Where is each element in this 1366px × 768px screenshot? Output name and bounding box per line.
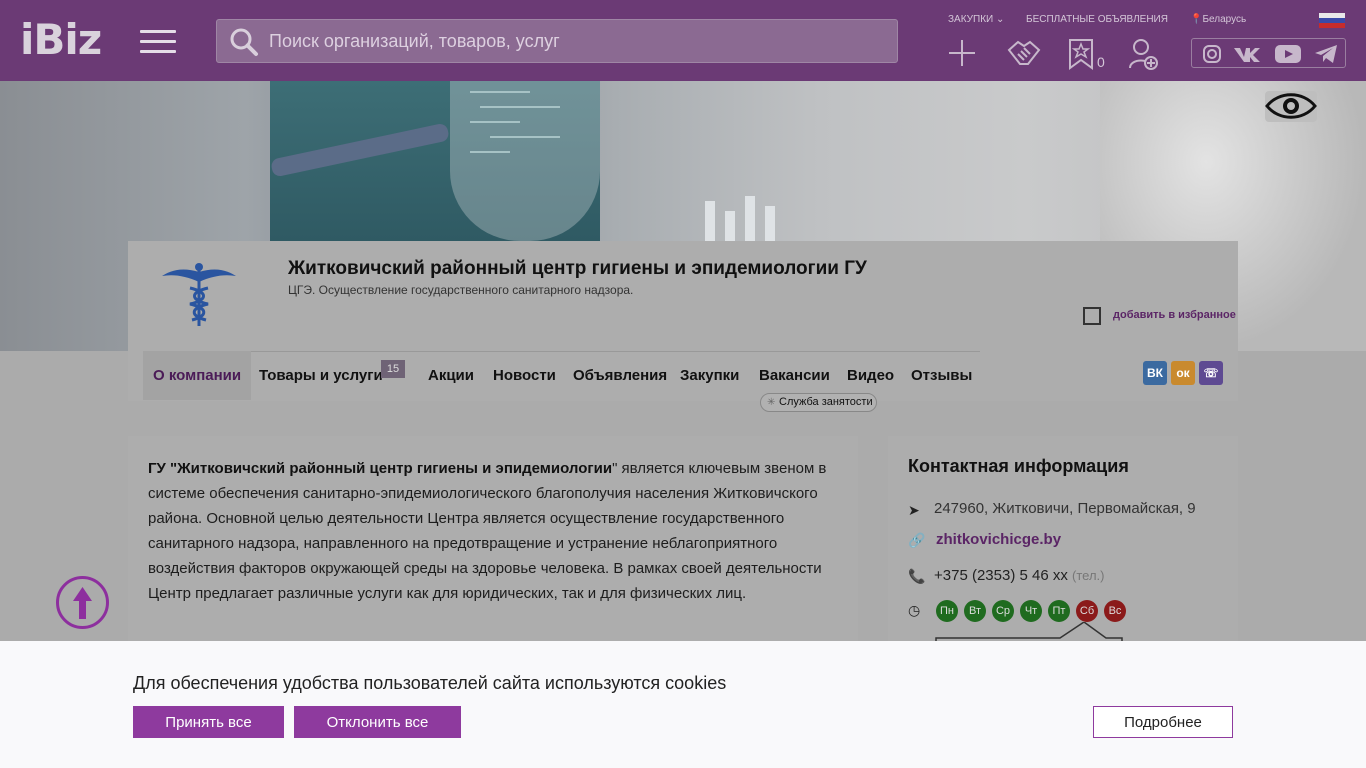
chevron-down-icon: ⌄: [995, 14, 1005, 25]
cookie-banner: Для обеспечения удобства пользователей с…: [0, 641, 1366, 768]
zakupki-label: ЗАКУПКИ: [948, 14, 994, 25]
site-header: iBiz ЗАКУПКИ ⌄ БЕСПЛАТНЫЕ ОБЪЯВЛЕНИЯ 📍Бе…: [0, 0, 1366, 81]
tab-purchases[interactable]: Закупки: [680, 351, 739, 400]
phone-number: +375 (2353) 5 46 xx: [934, 567, 1068, 584]
user-add-icon[interactable]: [1128, 38, 1158, 70]
search-box[interactable]: [216, 19, 898, 63]
day-badge[interactable]: Пт: [1048, 600, 1070, 622]
location-arrow-icon: ➤: [908, 502, 920, 518]
day-badge[interactable]: Вс: [1104, 600, 1126, 622]
share-viber-icon[interactable]: ☏: [1199, 361, 1223, 385]
phone-icon: 📞: [908, 568, 926, 584]
search-icon: [230, 28, 258, 56]
zakupki-link[interactable]: ЗАКУПКИ ⌄: [948, 14, 1004, 25]
caduceus-logo-icon: [162, 263, 236, 326]
country-label: Беларусь: [1202, 14, 1247, 25]
day-badge[interactable]: Вт: [964, 600, 986, 622]
telegram-icon[interactable]: [1314, 44, 1338, 64]
link-icon: 🔗: [908, 532, 926, 548]
company-subtitle: ЦГЭ. Осуществление государственного сани…: [288, 283, 634, 297]
menu-icon[interactable]: [140, 30, 176, 54]
about-description: " является ключевым звеном в системе обе…: [148, 460, 827, 602]
add-icon[interactable]: [947, 38, 977, 68]
favorites-count: 0: [1097, 54, 1105, 70]
more-info-button[interactable]: Подробнее: [1093, 706, 1233, 738]
about-company-name: ГУ "Житковичский районный центр гигиены …: [148, 460, 613, 477]
youtube-icon[interactable]: [1274, 44, 1302, 64]
phone-type: (тел.): [1072, 568, 1105, 583]
decline-all-button[interactable]: Отклонить все: [294, 706, 461, 738]
handshake-icon[interactable]: [1006, 38, 1042, 68]
day-badge[interactable]: Чт: [1020, 600, 1042, 622]
social-links: [1191, 38, 1346, 68]
banner-flask: [450, 81, 600, 241]
country-selector[interactable]: 📍Беларусь: [1190, 14, 1246, 25]
share-ok-icon[interactable]: ок: [1171, 361, 1195, 385]
employment-service-label: Служба занятости: [779, 396, 873, 408]
tab-about[interactable]: О компании: [143, 351, 252, 400]
contact-address: 247960, Житковичи, Первомайская, 9: [934, 500, 1196, 517]
contact-phone[interactable]: +375 (2353) 5 46 xx (тел.): [934, 567, 1104, 584]
cookie-text: Для обеспечения удобства пользователей с…: [133, 673, 727, 693]
favorites-icon[interactable]: [1068, 38, 1094, 70]
add-favorite-label[interactable]: добавить в избранное: [1113, 309, 1236, 321]
scroll-up-button[interactable]: [56, 576, 109, 629]
clock-icon: ◷: [908, 602, 921, 618]
accessibility-eye-icon[interactable]: [1265, 91, 1317, 122]
about-section: ГУ "Житковичский районный центр гигиены …: [128, 436, 858, 646]
day-badge[interactable]: Пн: [936, 600, 958, 622]
tab-products[interactable]: Товары и услуги: [259, 351, 383, 400]
about-text: ГУ "Житковичский районный центр гигиены …: [148, 456, 838, 606]
tab-reviews[interactable]: Отзывы: [911, 351, 972, 400]
contact-title: Контактная информация: [908, 456, 1129, 476]
contact-website[interactable]: zhitkovichicge.by: [936, 531, 1061, 548]
products-count-badge: 15: [381, 360, 405, 378]
day-badge[interactable]: Сб: [1076, 600, 1098, 622]
site-logo[interactable]: iBiz: [20, 18, 112, 62]
employment-service-badge[interactable]: ✳ Служба занятости: [760, 393, 877, 412]
company-title: Житковичский районный центр гигиены и эп…: [288, 258, 867, 279]
flag-russia-icon[interactable]: [1319, 13, 1345, 28]
tab-ads[interactable]: Объявления: [573, 351, 667, 400]
share-vk-icon[interactable]: ВК: [1143, 361, 1167, 385]
search-input[interactable]: [267, 20, 887, 62]
day-badge[interactable]: Ср: [992, 600, 1014, 622]
vk-icon[interactable]: [1232, 44, 1262, 64]
sparkle-icon: ✳: [767, 397, 776, 408]
add-favorite-checkbox[interactable]: [1083, 307, 1101, 325]
tab-promotions[interactable]: Акции: [428, 351, 474, 400]
tab-news[interactable]: Новости: [493, 351, 556, 400]
accept-all-button[interactable]: Принять все: [133, 706, 284, 738]
location-pin-icon: 📍: [1190, 14, 1203, 25]
instagram-icon[interactable]: [1202, 44, 1222, 64]
free-ads-link[interactable]: БЕСПЛАТНЫЕ ОБЪЯВЛЕНИЯ: [1026, 14, 1168, 25]
